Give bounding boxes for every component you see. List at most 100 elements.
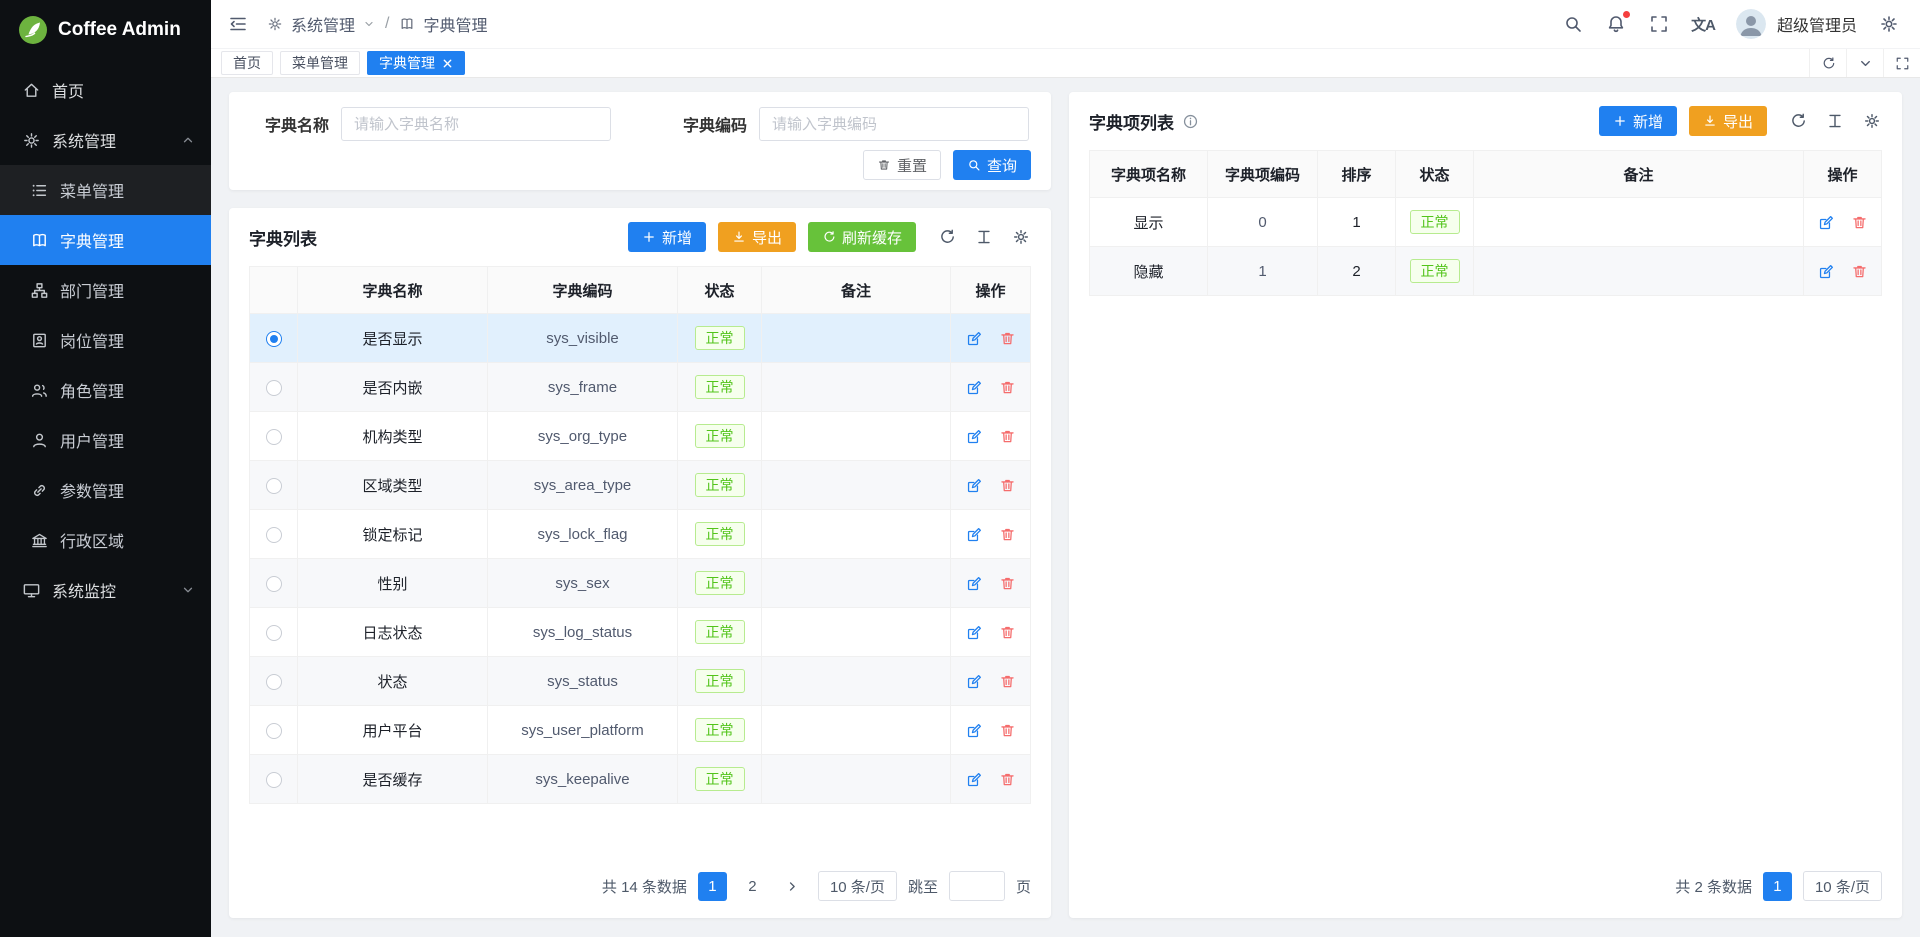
edit-icon[interactable] xyxy=(966,477,983,494)
sidebar-item-menu-mgmt[interactable]: 菜单管理 xyxy=(0,165,211,215)
query-button[interactable]: 查询 xyxy=(953,150,1031,180)
row-radio[interactable] xyxy=(266,772,282,788)
close-icon[interactable] xyxy=(442,58,453,69)
row-radio[interactable] xyxy=(266,331,282,347)
dict-row[interactable]: 是否显示sys_visible正常 xyxy=(250,314,1031,363)
dict-item-row[interactable]: 显示01正常 xyxy=(1090,198,1882,247)
dict-row[interactable]: 是否缓存sys_keepalive正常 xyxy=(250,755,1031,804)
row-radio[interactable] xyxy=(266,723,282,739)
tab-dict-mgmt[interactable]: 字典管理 xyxy=(367,51,465,75)
info-icon[interactable] xyxy=(1182,113,1199,130)
tab-menu-mgmt[interactable]: 菜单管理 xyxy=(280,51,360,75)
page-size-select[interactable]: 10 条/页 xyxy=(1803,871,1882,901)
delete-icon[interactable] xyxy=(999,624,1016,641)
refresh-icon[interactable] xyxy=(1788,111,1808,131)
breadcrumb-item[interactable]: 系统管理 xyxy=(291,12,355,36)
page-button[interactable]: 1 xyxy=(698,872,727,901)
dict-row[interactable]: 状态sys_status正常 xyxy=(250,657,1031,706)
page-button[interactable]: 1 xyxy=(1763,872,1792,901)
expand-icon[interactable] xyxy=(1883,49,1920,77)
user-name[interactable]: 超级管理员 xyxy=(1777,12,1857,36)
translate-icon[interactable]: 文A xyxy=(1691,14,1715,35)
edit-icon[interactable] xyxy=(966,330,983,347)
sidebar-item-system-monitor[interactable]: 系统监控 xyxy=(0,565,211,615)
sidebar-item-role-mgmt[interactable]: 角色管理 xyxy=(0,365,211,415)
dict-row[interactable]: 用户平台sys_user_platform正常 xyxy=(250,706,1031,755)
settings-gear-icon[interactable] xyxy=(1878,13,1900,35)
delete-icon[interactable] xyxy=(999,330,1016,347)
sidebar-item-dept-mgmt[interactable]: 部门管理 xyxy=(0,265,211,315)
dict-row[interactable]: 机构类型sys_org_type正常 xyxy=(250,412,1031,461)
fullscreen-icon[interactable] xyxy=(1648,13,1670,35)
chevron-down-icon[interactable] xyxy=(1846,49,1883,77)
page-size-select[interactable]: 10 条/页 xyxy=(818,871,897,901)
row-radio[interactable] xyxy=(266,478,282,494)
sidebar-item-label: 部门管理 xyxy=(60,278,124,302)
edit-icon[interactable] xyxy=(966,673,983,690)
delete-icon[interactable] xyxy=(999,771,1016,788)
refresh-cache-button[interactable]: 刷新缓存 xyxy=(808,222,916,252)
sidebar-item-param-mgmt[interactable]: 参数管理 xyxy=(0,465,211,515)
page-button[interactable]: 2 xyxy=(738,872,767,901)
edit-icon[interactable] xyxy=(966,722,983,739)
dict-row[interactable]: 性别sys_sex正常 xyxy=(250,559,1031,608)
edit-icon[interactable] xyxy=(1818,263,1835,280)
reset-button[interactable]: 重置 xyxy=(863,150,941,180)
edit-icon[interactable] xyxy=(966,771,983,788)
delete-icon[interactable] xyxy=(999,673,1016,690)
delete-icon[interactable] xyxy=(999,428,1016,445)
delete-icon[interactable] xyxy=(999,379,1016,396)
delete-icon[interactable] xyxy=(1851,214,1868,231)
delete-icon[interactable] xyxy=(999,575,1016,592)
density-icon[interactable] xyxy=(1825,111,1845,131)
next-page-button[interactable] xyxy=(778,872,807,901)
delete-icon[interactable] xyxy=(999,722,1016,739)
dict-row[interactable]: 区域类型sys_area_type正常 xyxy=(250,461,1031,510)
sidebar-item-post-mgmt[interactable]: 岗位管理 xyxy=(0,315,211,365)
edit-icon[interactable] xyxy=(966,624,983,641)
edit-icon[interactable] xyxy=(966,575,983,592)
density-icon[interactable] xyxy=(974,227,994,247)
row-radio[interactable] xyxy=(266,527,282,543)
collapse-sidebar-icon[interactable] xyxy=(227,13,249,35)
dict-name-input[interactable] xyxy=(341,107,611,141)
row-radio[interactable] xyxy=(266,380,282,396)
sidebar-item-dict-mgmt[interactable]: 字典管理 xyxy=(0,215,211,265)
edit-icon[interactable] xyxy=(1818,214,1835,231)
edit-icon[interactable] xyxy=(966,379,983,396)
export-button[interactable]: 导出 xyxy=(718,222,796,252)
sidebar-item-system-mgmt[interactable]: 系统管理 xyxy=(0,115,211,165)
sidebar-item-home[interactable]: 首页 xyxy=(0,65,211,115)
row-radio[interactable] xyxy=(266,429,282,445)
dict-code-input[interactable] xyxy=(759,107,1029,141)
status-cell: 正常 xyxy=(678,314,762,363)
gear-icon[interactable] xyxy=(1862,111,1882,131)
app-logo[interactable]: Coffee Admin xyxy=(0,0,211,59)
delete-icon[interactable] xyxy=(999,526,1016,543)
row-radio[interactable] xyxy=(266,674,282,690)
dict-row[interactable]: 是否内嵌sys_frame正常 xyxy=(250,363,1031,412)
jump-page-input[interactable] xyxy=(949,871,1005,901)
edit-icon[interactable] xyxy=(966,526,983,543)
search-icon[interactable] xyxy=(1562,13,1584,35)
refresh-icon[interactable] xyxy=(937,227,957,247)
export-items-button[interactable]: 导出 xyxy=(1689,106,1767,136)
add-item-button[interactable]: 新增 xyxy=(1599,106,1677,136)
dict-row[interactable]: 日志状态sys_log_status正常 xyxy=(250,608,1031,657)
delete-icon[interactable] xyxy=(1851,263,1868,280)
avatar[interactable] xyxy=(1736,9,1766,39)
row-radio[interactable] xyxy=(266,625,282,641)
edit-icon[interactable] xyxy=(966,428,983,445)
row-radio[interactable] xyxy=(266,576,282,592)
add-button[interactable]: 新增 xyxy=(628,222,706,252)
notifications-bell-icon[interactable] xyxy=(1605,13,1627,35)
dict-row[interactable]: 锁定标记sys_lock_flag正常 xyxy=(250,510,1031,559)
refresh-icon[interactable] xyxy=(1809,49,1846,77)
sidebar-item-user-mgmt[interactable]: 用户管理 xyxy=(0,415,211,465)
gear-icon[interactable] xyxy=(1011,227,1031,247)
delete-icon[interactable] xyxy=(999,477,1016,494)
tab-home[interactable]: 首页 xyxy=(221,51,273,75)
sidebar-item-admin-region[interactable]: 行政区域 xyxy=(0,515,211,565)
dict-items-panel: 字典项列表 新增 导出 xyxy=(1069,92,1902,918)
dict-item-row[interactable]: 隐藏12正常 xyxy=(1090,247,1882,296)
